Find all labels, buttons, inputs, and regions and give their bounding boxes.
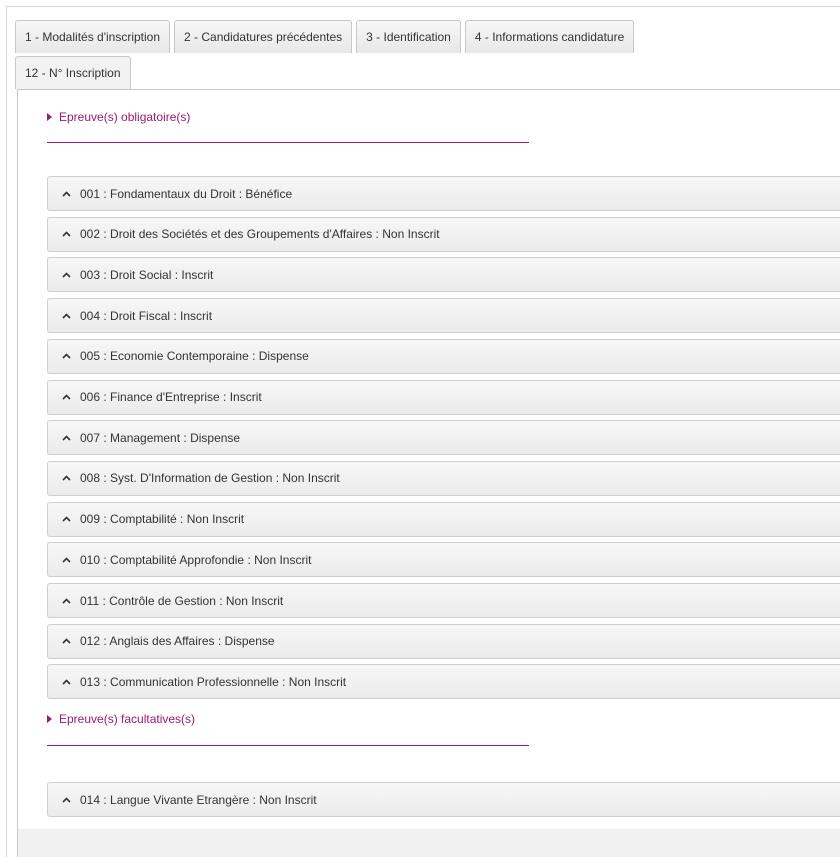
accordion-item-label: 008 : Syst. D'Information de Gestion : N… (80, 471, 340, 486)
accordion-item[interactable]: 001 : Fondamentaux du Droit : Bénéfice (47, 176, 840, 211)
tab-informations-candidature[interactable]: 4 - Informations candidature (464, 20, 635, 53)
section-header-obligatoires[interactable]: Epreuve(s) obligatoire(s) (47, 110, 190, 124)
chevron-up-icon (61, 311, 71, 321)
accordion-item[interactable]: 004 : Droit Fiscal : Inscrit (47, 298, 840, 334)
tab-numero-inscription[interactable]: 12 - N° Inscription (15, 56, 131, 89)
chevron-up-icon (61, 433, 71, 443)
chevron-up-icon (61, 596, 71, 606)
accordion-item[interactable]: 012 : Anglais des Affaires : Dispense (47, 623, 840, 659)
tab-identification[interactable]: 3 - Identification (356, 20, 461, 53)
chevron-up-icon (61, 392, 71, 402)
section-title: Epreuve(s) obligatoire(s) (59, 110, 191, 124)
accordion-item-label: 004 : Droit Fiscal : Inscrit (80, 308, 213, 323)
chevron-up-icon (61, 473, 71, 483)
accordion-item-label: 006 : Finance d'Entreprise : Inscrit (80, 390, 262, 404)
accordion-item-label: 003 : Droit Social : Inscrit (80, 267, 214, 282)
accordion-item[interactable]: 011 : Contrôle de Gestion : Non Inscrit (47, 583, 840, 618)
tab-bar-row-2: 12 - N° Inscription (15, 56, 131, 89)
accordion-item-label: 012 : Anglais des Affaires : Dispense (80, 634, 275, 649)
section-divider (47, 142, 529, 143)
accordion-item-label: 010 : Comptabilité Approfondie : Non Ins… (80, 552, 312, 567)
tab-bar: 1 - Modalités d'inscription 2 - Candidat… (15, 20, 635, 53)
section-title: Epreuve(s) facultatives(s) (59, 712, 196, 726)
chevron-up-icon (61, 795, 71, 805)
accordion-item-label: 005 : Economie Contemporaine : Dispense (80, 349, 309, 364)
accordion-item[interactable]: 008 : Syst. D'Information de Gestion : N… (47, 460, 840, 496)
section-header-facultatives[interactable]: Epreuve(s) facultatives(s) (47, 712, 195, 726)
accordion-item[interactable]: 014 : Langue Vivante Etrangère : Non Ins… (47, 782, 840, 817)
chevron-up-icon (61, 555, 71, 565)
accordion-item-label: 002 : Droit des Sociétés et des Groupeme… (80, 227, 440, 242)
accordion-item[interactable]: 006 : Finance d'Entreprise : Inscrit (47, 379, 840, 415)
triangle-right-icon (47, 715, 52, 723)
chevron-up-icon (61, 351, 71, 361)
tab-candidatures-precedentes[interactable]: 2 - Candidatures précédentes (174, 20, 353, 53)
accordion-item-label: 001 : Fondamentaux du Droit : Bénéfice (80, 186, 293, 201)
accordion-item[interactable]: 009 : Comptabilité : Non Inscrit (47, 501, 840, 537)
accordion-item-label: 014 : Langue Vivante Etrangère : Non Ins… (80, 792, 317, 807)
accordion-item-label: 011 : Contrôle de Gestion : Non Inscrit (80, 593, 284, 608)
accordion-item-label: 009 : Comptabilité : Non Inscrit (80, 512, 245, 527)
chevron-up-icon (61, 229, 71, 239)
tab-modalites-inscription[interactable]: 1 - Modalités d'inscription (15, 20, 171, 53)
triangle-right-icon (47, 113, 52, 121)
chevron-up-icon (61, 189, 71, 199)
accordion-item-label: 013 : Communication Professionnelle : No… (80, 674, 347, 689)
accordion-item-label: 007 : Management : Dispense (80, 430, 241, 445)
chevron-up-icon (61, 636, 71, 646)
accordion-item[interactable]: 002 : Droit des Sociétés et des Groupeme… (47, 216, 840, 252)
chevron-up-icon (61, 514, 71, 524)
panel-footer (18, 829, 840, 857)
chevron-up-icon (61, 270, 71, 280)
section-divider (47, 745, 529, 746)
accordion-item[interactable]: 013 : Communication Professionnelle : No… (47, 664, 840, 700)
accordion-item[interactable]: 003 : Droit Social : Inscrit (47, 257, 840, 293)
accordion-item[interactable]: 005 : Economie Contemporaine : Dispense (47, 338, 840, 374)
chevron-up-icon (61, 677, 71, 687)
accordion-item[interactable]: 007 : Management : Dispense (47, 420, 840, 456)
accordion-item[interactable]: 010 : Comptabilité Approfondie : Non Ins… (47, 542, 840, 578)
